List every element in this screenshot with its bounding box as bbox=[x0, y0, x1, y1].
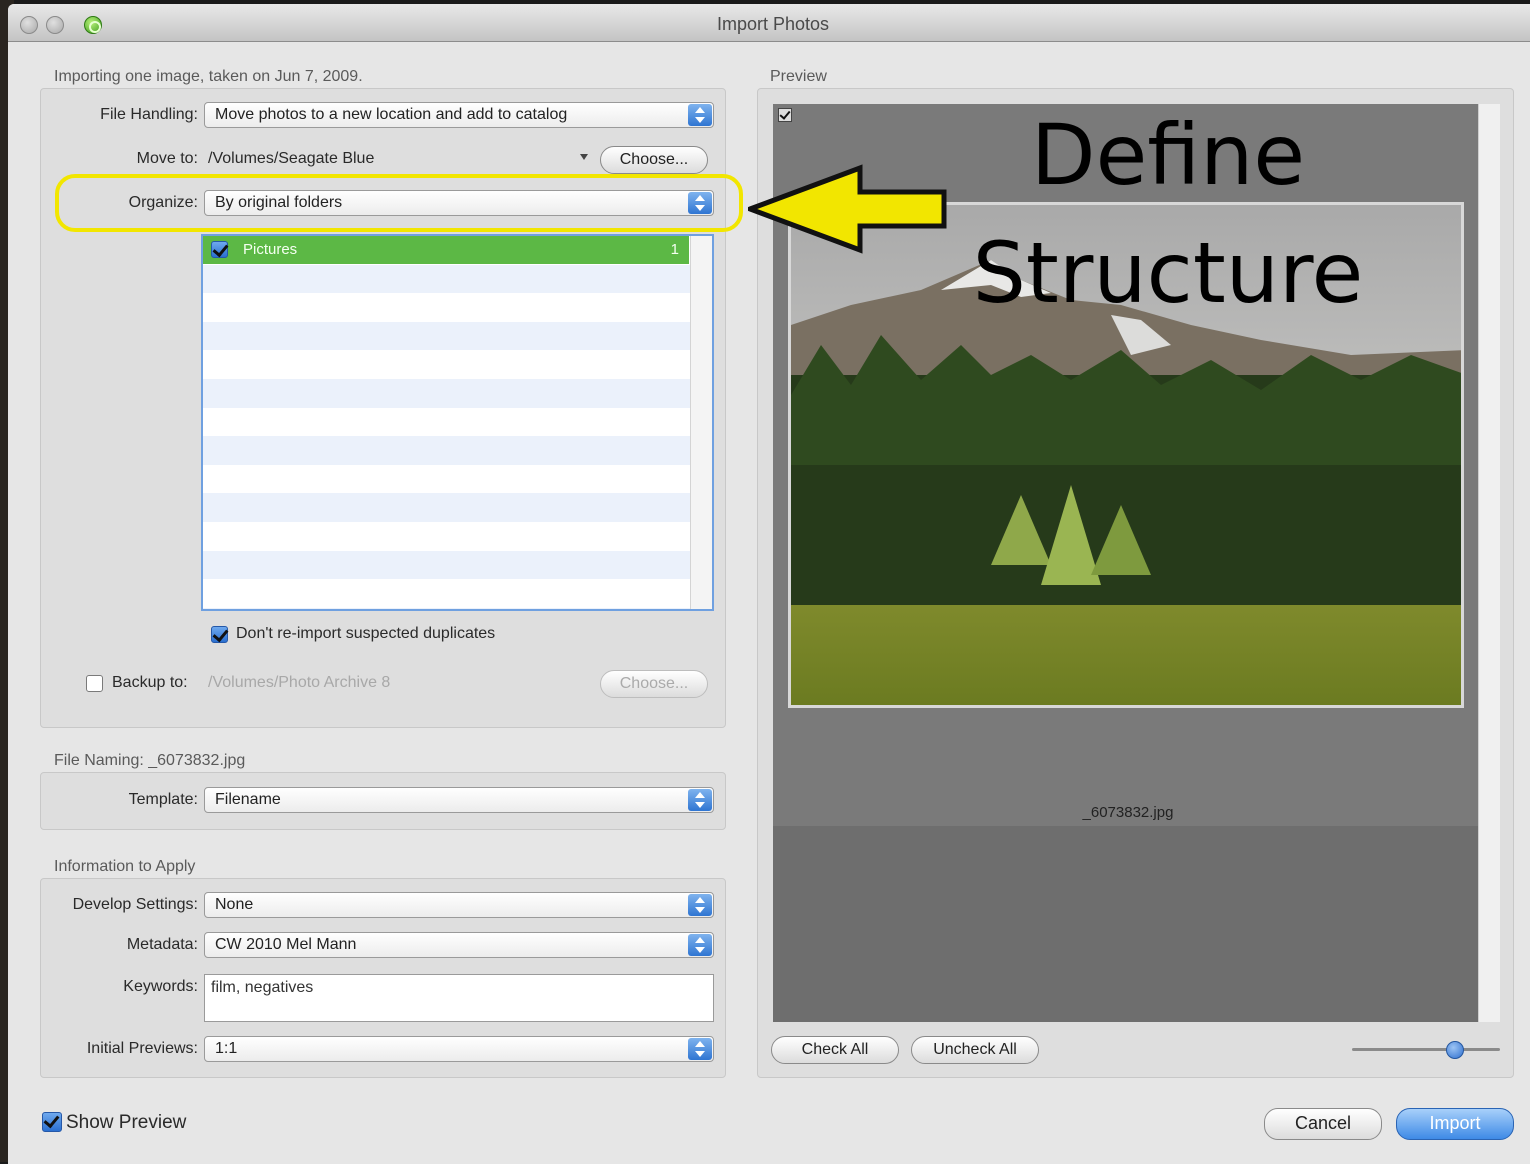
thumbnail-filename: _6073832.jpg bbox=[1082, 804, 1174, 821]
popup-arrows-icon bbox=[688, 894, 712, 916]
preview-scrollbar[interactable] bbox=[1478, 104, 1500, 1022]
thumbnail-size-slider[interactable] bbox=[1352, 1040, 1500, 1060]
thumbnail-checkbox[interactable] bbox=[778, 108, 792, 122]
metadata-value: CW 2010 Mel Mann bbox=[215, 936, 357, 953]
file-handling-label: File Handling: bbox=[100, 106, 198, 123]
file-naming-header: File Naming: _6073832.jpg bbox=[54, 752, 246, 769]
slider-knob[interactable] bbox=[1446, 1041, 1464, 1059]
initial-previews-value: 1:1 bbox=[215, 1040, 238, 1057]
yellow-arrow-icon bbox=[748, 164, 947, 254]
annotation-line-1: Define bbox=[1030, 106, 1306, 204]
info-apply-header: Information to Apply bbox=[54, 858, 196, 875]
folder-name: Pictures bbox=[243, 241, 298, 258]
template-value: Filename bbox=[215, 791, 281, 808]
folder-count: 1 bbox=[670, 241, 679, 258]
initial-previews-select[interactable]: 1:1 bbox=[204, 1036, 714, 1062]
keywords-label: Keywords: bbox=[123, 978, 198, 995]
preview-header: Preview bbox=[770, 68, 827, 85]
import-button[interactable]: Import bbox=[1396, 1108, 1514, 1140]
popup-arrows-icon bbox=[688, 934, 712, 956]
path-menu-icon[interactable] bbox=[580, 154, 588, 160]
move-to-choose-button[interactable]: Choose... bbox=[600, 146, 708, 174]
metadata-select[interactable]: CW 2010 Mel Mann bbox=[204, 932, 714, 958]
no-duplicates-checkbox[interactable] bbox=[211, 626, 228, 643]
folder-checkbox[interactable] bbox=[211, 241, 228, 258]
backup-checkbox[interactable] bbox=[86, 675, 103, 692]
show-preview-label: Show Preview bbox=[66, 1112, 187, 1133]
import-summary: Importing one image, taken on Jun 7, 200… bbox=[54, 68, 363, 85]
develop-settings-select[interactable]: None bbox=[204, 892, 714, 918]
uncheck-all-button[interactable]: Uncheck All bbox=[911, 1036, 1039, 1064]
keywords-field[interactable]: film, negatives bbox=[204, 974, 714, 1022]
file-handling-select[interactable]: Move photos to a new location and add to… bbox=[204, 102, 714, 128]
organize-highlight-outline bbox=[55, 174, 743, 232]
move-to-label: Move to: bbox=[136, 150, 198, 167]
show-preview-checkbox[interactable] bbox=[42, 1112, 62, 1132]
backup-label: Backup to: bbox=[112, 674, 188, 691]
annotation-line-2: Structure bbox=[972, 224, 1364, 322]
cancel-button[interactable]: Cancel bbox=[1264, 1108, 1382, 1140]
metadata-label: Metadata: bbox=[126, 936, 198, 953]
template-label: Template: bbox=[128, 791, 198, 808]
popup-arrows-icon bbox=[688, 789, 712, 811]
window-title: Import Photos bbox=[716, 14, 830, 34]
annotation-text: Define Structure bbox=[958, 96, 1378, 332]
folder-list[interactable]: Pictures 1 bbox=[201, 234, 714, 611]
initial-previews-label: Initial Previews: bbox=[86, 1040, 198, 1057]
folder-list-scrollbar[interactable] bbox=[690, 236, 712, 609]
slider-track bbox=[1352, 1048, 1500, 1051]
popup-arrows-icon bbox=[688, 1038, 712, 1060]
folder-row-pictures[interactable]: Pictures 1 bbox=[203, 236, 689, 264]
check-all-button[interactable]: Check All bbox=[771, 1036, 899, 1064]
develop-settings-label: Develop Settings: bbox=[72, 896, 198, 913]
title-bar: Import Photos bbox=[8, 4, 1530, 42]
no-duplicates-label: Don't re-import suspected duplicates bbox=[236, 625, 496, 642]
import-photos-dialog: Import Photos Importing one image, taken… bbox=[8, 4, 1530, 1164]
backup-choose-button[interactable]: Choose... bbox=[600, 670, 708, 698]
develop-settings-value: None bbox=[215, 896, 254, 913]
file-handling-value: Move photos to a new location and add to… bbox=[215, 106, 568, 123]
template-select[interactable]: Filename bbox=[204, 787, 714, 813]
move-to-path: /Volumes/Seagate Blue bbox=[208, 150, 375, 167]
backup-path: /Volumes/Photo Archive 8 bbox=[208, 674, 391, 691]
popup-arrows-icon bbox=[688, 104, 712, 126]
